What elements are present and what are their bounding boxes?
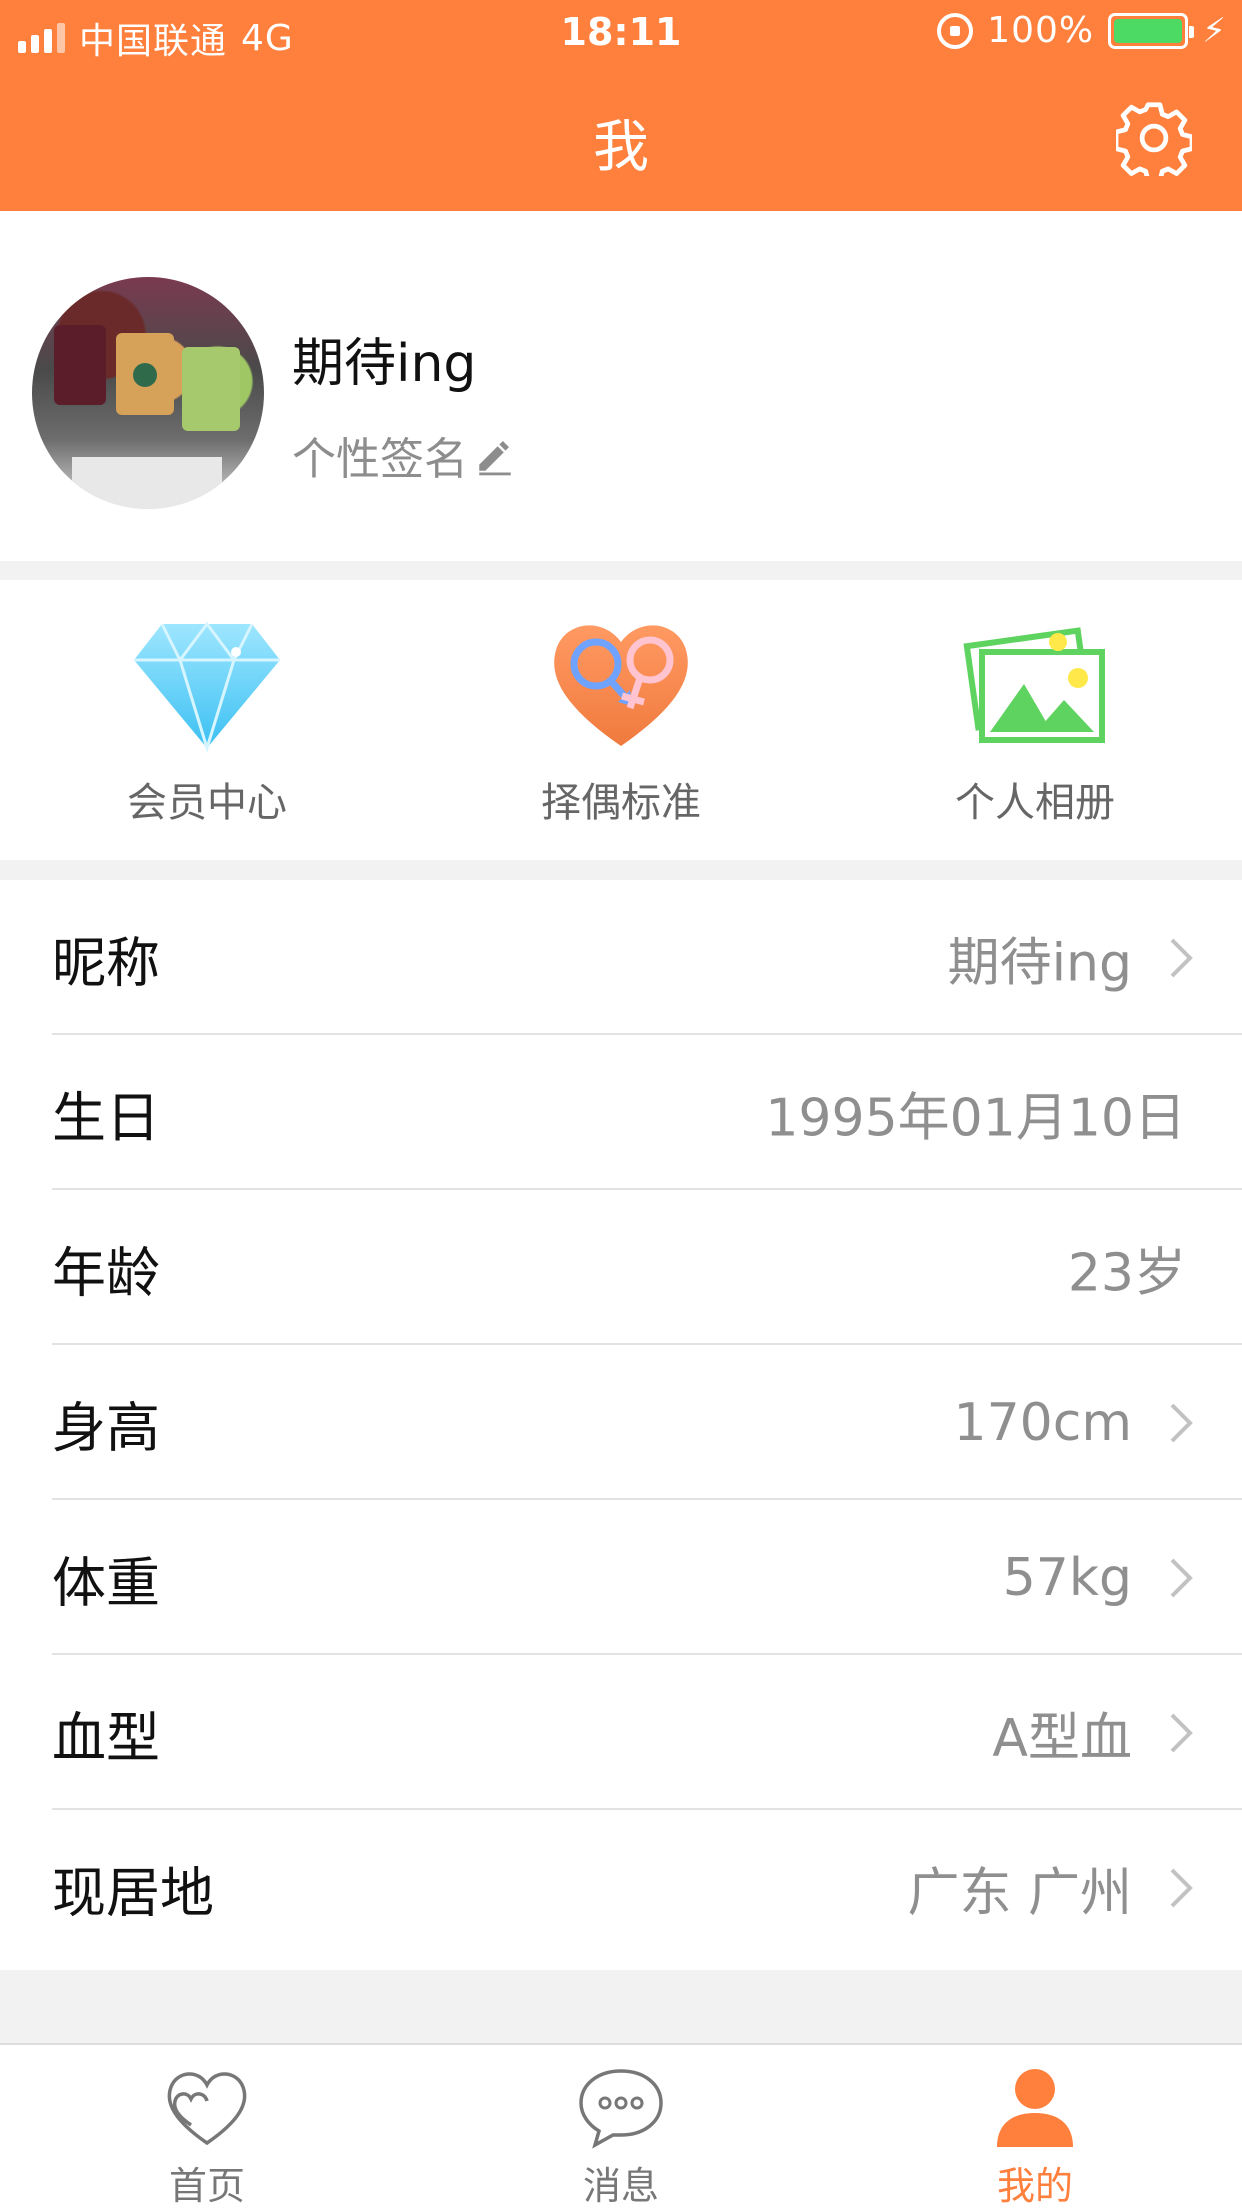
person-icon — [997, 2069, 1073, 2147]
blood-type-row[interactable]: 血型 A型血 — [0, 1655, 1242, 1810]
photo-album-label: 个人相册 — [955, 780, 1115, 826]
rotation-lock-icon — [937, 12, 974, 49]
member-center-button[interactable]: 会员中心 — [0, 580, 414, 860]
tab-home-label: 首页 — [168, 2164, 245, 2208]
nav-bar: 我 — [0, 70, 1242, 211]
row-label: 现居地 — [52, 1861, 214, 1924]
tab-bar: 首页 消息 我的 — [0, 2043, 1242, 2208]
gender-heart-icon — [554, 625, 688, 746]
chevron-right-icon — [1170, 1403, 1193, 1442]
chevron-right-icon — [1170, 1868, 1193, 1907]
row-value: A型血 — [992, 1708, 1132, 1768]
chevron-right-icon — [1170, 1558, 1193, 1597]
heart-outline-icon — [167, 2072, 247, 2146]
row-label: 血型 — [52, 1706, 160, 1769]
signature-label: 个性签名 — [292, 434, 468, 485]
page-title: 我 — [593, 115, 649, 180]
photo-album-button[interactable]: 个人相册 — [828, 580, 1242, 860]
birthday-row: 生日 1995年01月10日 — [0, 1035, 1242, 1190]
nickname-row[interactable]: 昵称 期待ing — [0, 880, 1242, 1035]
row-value: 广东 广州 — [907, 1863, 1132, 1923]
row-value: 1995年01月10日 — [765, 1088, 1186, 1148]
row-value: 170cm — [953, 1392, 1133, 1453]
signature-field[interactable]: 个性签名 — [292, 423, 516, 487]
header: 中国联通 4G 18:11 100% ⚡ 我 — [0, 0, 1242, 211]
chat-bubble-icon — [579, 2069, 663, 2149]
tab-me-label: 我的 — [996, 2164, 1073, 2208]
row-label: 身高 — [52, 1396, 160, 1459]
row-value: 期待ing — [947, 933, 1132, 993]
chevron-right-icon — [1170, 938, 1193, 977]
gear-icon[interactable] — [1116, 100, 1192, 176]
pencil-icon — [479, 441, 511, 476]
username: 期待ing — [292, 334, 477, 394]
tab-home[interactable]: 首页 — [0, 2045, 414, 2208]
row-label: 昵称 — [52, 931, 160, 994]
screen: 中国联通 4G 18:11 100% ⚡ 我 期待ing 个性签名 会员中心 择… — [0, 0, 1242, 2208]
chevron-right-icon — [1170, 1713, 1193, 1752]
battery-icon — [1108, 12, 1195, 49]
mate-standard-button[interactable]: 择偶标准 — [414, 580, 828, 860]
battery-percent: 100% — [987, 10, 1095, 51]
row-value: 57kg — [1002, 1547, 1132, 1608]
status-bar: 中国联通 4G 18:11 100% ⚡ — [0, 0, 1242, 70]
avatar-photo — [54, 325, 240, 509]
photo-album-icon — [963, 627, 1105, 743]
avatar[interactable] — [32, 277, 264, 509]
diamond-icon — [134, 621, 280, 752]
tab-me[interactable]: 我的 — [828, 2045, 1242, 2208]
quick-menu: 会员中心 择偶标准 个人相册 — [0, 580, 1242, 860]
profile-card[interactable]: 期待ing 个性签名 — [0, 211, 1242, 561]
row-value: 23岁 — [1067, 1243, 1186, 1303]
mate-standard-label: 择偶标准 — [541, 780, 701, 826]
info-list: 昵称 期待ing 生日 1995年01月10日 年龄 23岁 身高 170cm … — [0, 880, 1242, 1970]
weight-row[interactable]: 体重 57kg — [0, 1500, 1242, 1655]
row-label: 生日 — [52, 1086, 160, 1149]
residence-row[interactable]: 现居地 广东 广州 — [0, 1810, 1242, 1965]
row-label: 年龄 — [52, 1241, 160, 1304]
member-center-label: 会员中心 — [127, 780, 287, 826]
tab-messages-label: 消息 — [582, 2164, 659, 2208]
height-row[interactable]: 身高 170cm — [0, 1345, 1242, 1500]
row-label: 体重 — [52, 1551, 160, 1614]
status-right: 100% ⚡ — [937, 10, 1226, 51]
tab-messages[interactable]: 消息 — [414, 2045, 828, 2208]
age-row: 年龄 23岁 — [0, 1190, 1242, 1345]
charging-icon: ⚡ — [1202, 10, 1226, 51]
